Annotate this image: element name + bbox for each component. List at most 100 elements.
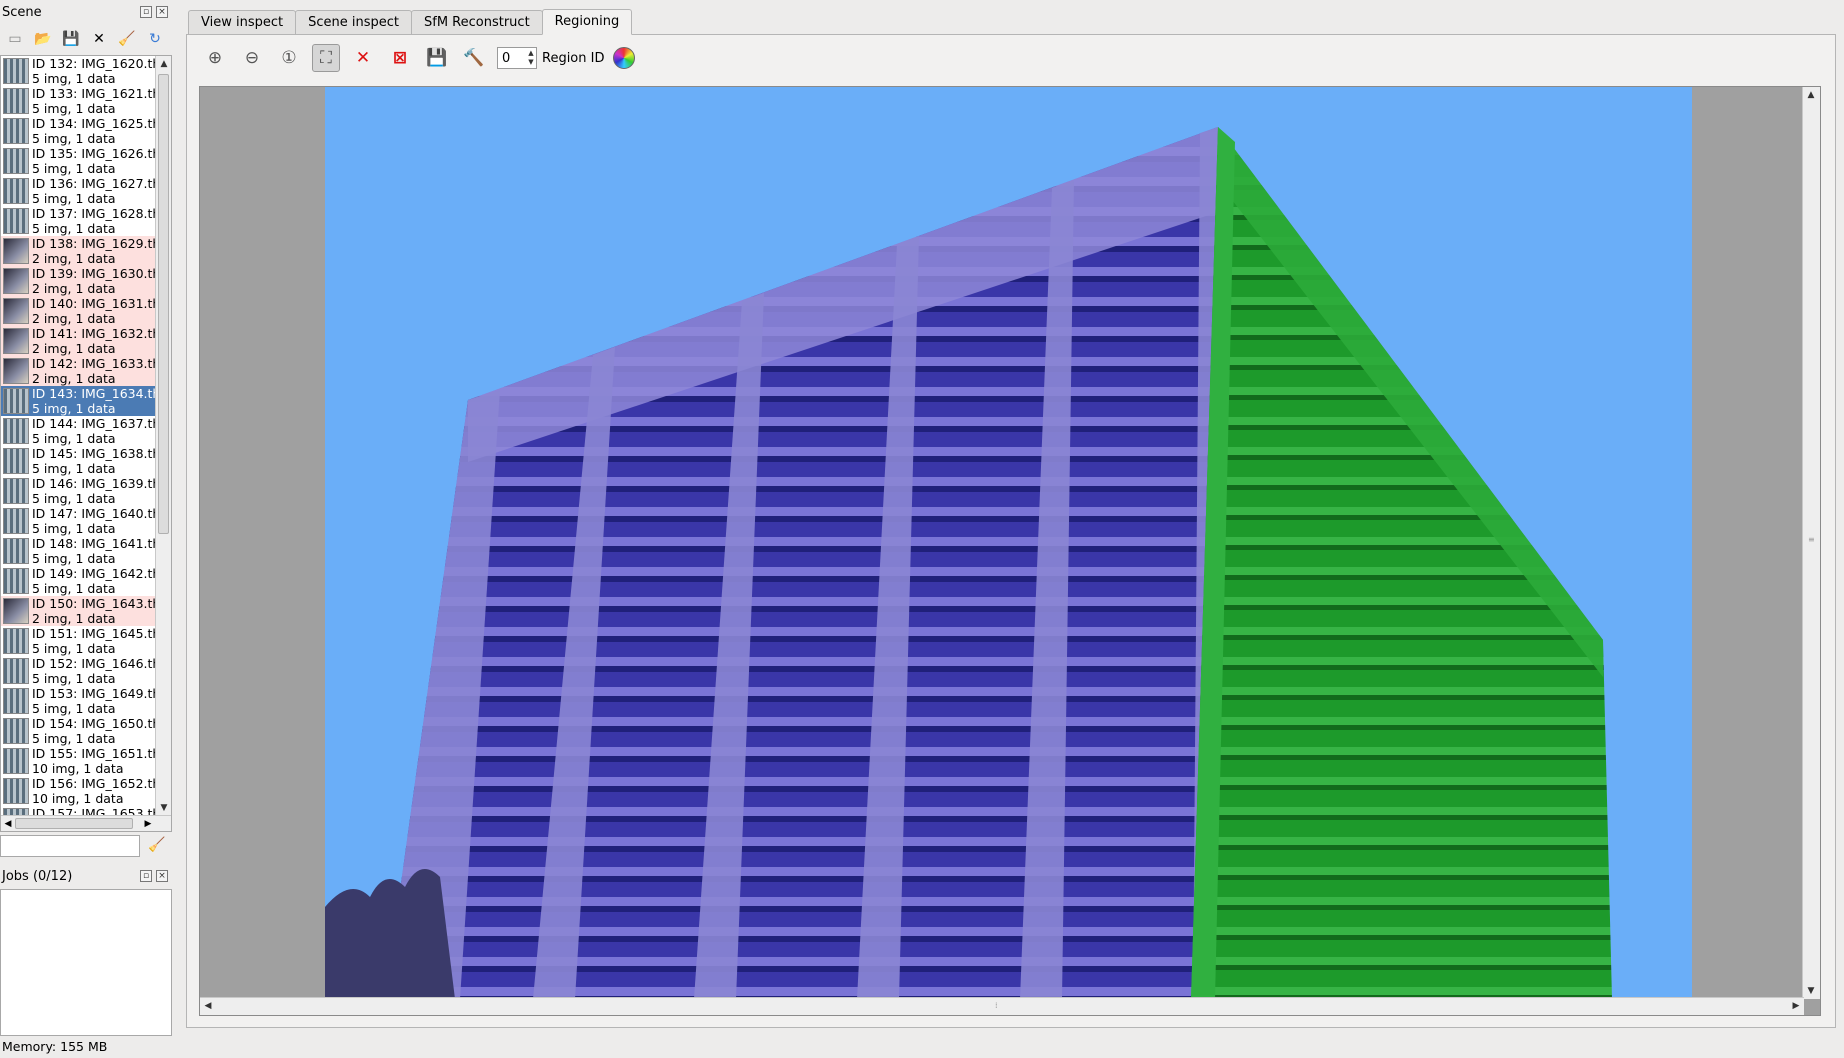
scene-item-info: 10 img, 1 data (32, 791, 124, 806)
view-thumbnail (3, 658, 29, 684)
scene-list-item[interactable]: ID 136: IMG_1627.th 5 img, 1 data (1, 176, 156, 206)
close-scene-icon[interactable]: ✕ (88, 28, 110, 50)
scene-list-item[interactable]: ID 154: IMG_1650.th 5 img, 1 data (1, 716, 156, 746)
scene-item-id: ID 144: IMG_1637.th (32, 416, 156, 431)
tab-view-inspect[interactable]: View inspect (188, 10, 297, 34)
image-viewport[interactable]: ▲ ≡ ▼ ◀ ⁞ ▶ (199, 86, 1821, 1016)
clear-filter-icon[interactable]: 🧹 (148, 837, 165, 853)
scene-list-item[interactable]: ID 145: IMG_1638.th 5 img, 1 data (1, 446, 156, 476)
scene-list-item[interactable]: ID 150: IMG_1643.th 2 img, 1 data (1, 596, 156, 626)
scene-list-item[interactable]: ID 147: IMG_1640.th 5 img, 1 data (1, 506, 156, 536)
viewport-scroll-right-icon[interactable]: ▶ (1788, 998, 1804, 1014)
save-regions-icon[interactable]: 💾 (423, 44, 451, 72)
scene-item-info: 2 img, 1 data (32, 251, 116, 266)
spin-arrows-icon[interactable]: ▲ ▼ (526, 49, 536, 67)
scene-list-item[interactable]: ID 140: IMG_1631.th 2 img, 1 data (1, 296, 156, 326)
scene-list-vscrollbar[interactable]: ▲ ▼ (155, 56, 171, 816)
scene-item-info: 2 img, 1 data (32, 341, 116, 356)
scene-item-id: ID 145: IMG_1638.th (32, 446, 156, 461)
scene-list-item[interactable]: ID 132: IMG_1620.th 5 img, 1 data (1, 56, 156, 86)
tab-sfm-reconstruct[interactable]: SfM Reconstruct (411, 10, 543, 34)
scene-list-item[interactable]: ID 155: IMG_1651.th 10 img, 1 data (1, 746, 156, 776)
scene-item-text: ID 142: IMG_1633.th 2 img, 1 data (32, 356, 156, 386)
scene-list-item[interactable]: ID 149: IMG_1642.th 5 img, 1 data (1, 566, 156, 596)
scene-filter-input[interactable] (0, 835, 140, 857)
region-tool-icon[interactable]: 🔨 (460, 44, 488, 72)
jobs-list[interactable] (0, 889, 172, 1036)
viewport-vgrip-icon[interactable]: ≡ (1808, 535, 1815, 544)
zoom-out-icon[interactable]: ⊖ (238, 44, 266, 72)
view-thumbnail (3, 538, 29, 564)
view-thumbnail (3, 238, 29, 264)
scene-item-text: ID 149: IMG_1642.th 5 img, 1 data (32, 566, 156, 596)
viewport-scroll-down-icon[interactable]: ▼ (1803, 983, 1819, 999)
scene-filter-row: 🧹 (0, 835, 172, 859)
viewport-scroll-left-icon[interactable]: ◀ (200, 998, 216, 1014)
scene-item-text: ID 155: IMG_1651.th 10 img, 1 data (32, 746, 156, 776)
scene-dock: Scene ▫ × ▭ 📂 💾 ✕ 🧹 ↻ ID 132: IMG_1620.t… (0, 0, 172, 1036)
scene-list-item[interactable]: ID 133: IMG_1621.th 5 img, 1 data (1, 86, 156, 116)
scene-item-text: ID 140: IMG_1631.th 2 img, 1 data (32, 296, 156, 326)
refresh-scene-icon[interactable]: ↻ (144, 28, 166, 50)
region-id-spinbox[interactable]: 0 ▲ ▼ (497, 47, 537, 69)
scene-item-info: 2 img, 1 data (32, 281, 116, 296)
scene-item-id: ID 147: IMG_1640.th (32, 506, 156, 521)
viewport-hscrollbar[interactable]: ◀ ⁞ ▶ (200, 997, 1804, 1015)
open-scene-icon[interactable]: 📂 (32, 28, 54, 50)
scene-list-item[interactable]: ID 141: IMG_1632.th 2 img, 1 data (1, 326, 156, 356)
scene-list-item[interactable]: ID 146: IMG_1639.th 5 img, 1 data (1, 476, 156, 506)
scene-list-item[interactable]: ID 148: IMG_1641.th 5 img, 1 data (1, 536, 156, 566)
scene-list-item[interactable]: ID 137: IMG_1628.th 5 img, 1 data (1, 206, 156, 236)
scene-list-item[interactable]: ID 134: IMG_1625.th 5 img, 1 data (1, 116, 156, 146)
scroll-up-icon[interactable]: ▲ (156, 56, 171, 72)
scroll-right-icon[interactable]: ▶ (141, 816, 155, 831)
scroll-left-icon[interactable]: ◀ (1, 816, 15, 831)
dock-float-icon[interactable]: ▫ (140, 6, 152, 18)
jobs-close-icon[interactable]: × (156, 870, 168, 882)
scene-item-id: ID 149: IMG_1642.th (32, 566, 156, 581)
zoom-reset-icon[interactable]: ① (275, 44, 303, 72)
scene-item-text: ID 141: IMG_1632.th 2 img, 1 data (32, 326, 156, 356)
clear-region-icon[interactable]: ✕ (349, 44, 377, 72)
dock-close-icon[interactable]: × (156, 6, 168, 18)
clear-all-regions-icon[interactable]: ⊠ (386, 44, 414, 72)
new-scene-icon[interactable]: ▭ (4, 28, 26, 50)
tab-scene-inspect[interactable]: Scene inspect (295, 10, 412, 34)
scene-list-hscrollbar[interactable]: ◀ ▶ (1, 815, 171, 831)
scene-item-id: ID 153: IMG_1649.th (32, 686, 156, 701)
view-thumbnail (3, 148, 29, 174)
scene-item-id: ID 148: IMG_1641.th (32, 536, 156, 551)
clean-scene-icon[interactable]: 🧹 (116, 28, 138, 50)
scene-list-item[interactable]: ID 156: IMG_1652.th 10 img, 1 data (1, 776, 156, 806)
view-thumbnail (3, 448, 29, 474)
scene-list-item[interactable]: ID 139: IMG_1630.th 2 img, 1 data (1, 266, 156, 296)
viewport-scroll-up-icon[interactable]: ▲ (1803, 87, 1819, 103)
scene-list-item[interactable]: ID 143: IMG_1634.th 5 img, 1 data (1, 386, 156, 416)
viewport-vscrollbar[interactable]: ▲ ≡ ▼ (1802, 87, 1820, 999)
zoom-fit-icon[interactable]: ⛶ (312, 44, 340, 72)
scene-list-item[interactable]: ID 151: IMG_1645.th 5 img, 1 data (1, 626, 156, 656)
scene-list-item[interactable]: ID 144: IMG_1637.th 5 img, 1 data (1, 416, 156, 446)
jobs-float-icon[interactable]: ▫ (140, 870, 152, 882)
scene-item-id: ID 152: IMG_1646.th (32, 656, 156, 671)
regioned-image[interactable] (325, 87, 1692, 999)
viewport-hgrip-icon[interactable]: ⁞ (995, 1001, 998, 1010)
scene-item-id: ID 155: IMG_1651.th (32, 746, 156, 761)
color-palette-icon[interactable] (613, 47, 636, 69)
scene-list-item[interactable]: ID 153: IMG_1649.th 5 img, 1 data (1, 686, 156, 716)
scene-list-item[interactable]: ID 135: IMG_1626.th 5 img, 1 data (1, 146, 156, 176)
scene-list-vscroll-thumb[interactable] (158, 74, 169, 534)
tab-regioning[interactable]: Regioning (541, 9, 633, 35)
save-scene-icon[interactable]: 💾 (60, 28, 82, 50)
scene-list-item[interactable]: ID 152: IMG_1646.th 5 img, 1 data (1, 656, 156, 686)
scene-item-text: ID 139: IMG_1630.th 2 img, 1 data (32, 266, 156, 296)
scene-list-item[interactable]: ID 142: IMG_1633.th 2 img, 1 data (1, 356, 156, 386)
scene-item-info: 5 img, 1 data (32, 71, 116, 86)
main-tabs: View inspect Scene inspect SfM Reconstru… (188, 9, 633, 35)
scene-view-list[interactable]: ID 132: IMG_1620.th 5 img, 1 data ID 133: … (0, 55, 172, 832)
scene-item-info: 5 img, 1 data (32, 401, 116, 416)
scene-list-item[interactable]: ID 138: IMG_1629.th 2 img, 1 data (1, 236, 156, 266)
zoom-in-icon[interactable]: ⊕ (201, 44, 229, 72)
scene-list-hscroll-thumb[interactable] (15, 818, 133, 829)
scroll-down-icon[interactable]: ▼ (156, 800, 171, 816)
